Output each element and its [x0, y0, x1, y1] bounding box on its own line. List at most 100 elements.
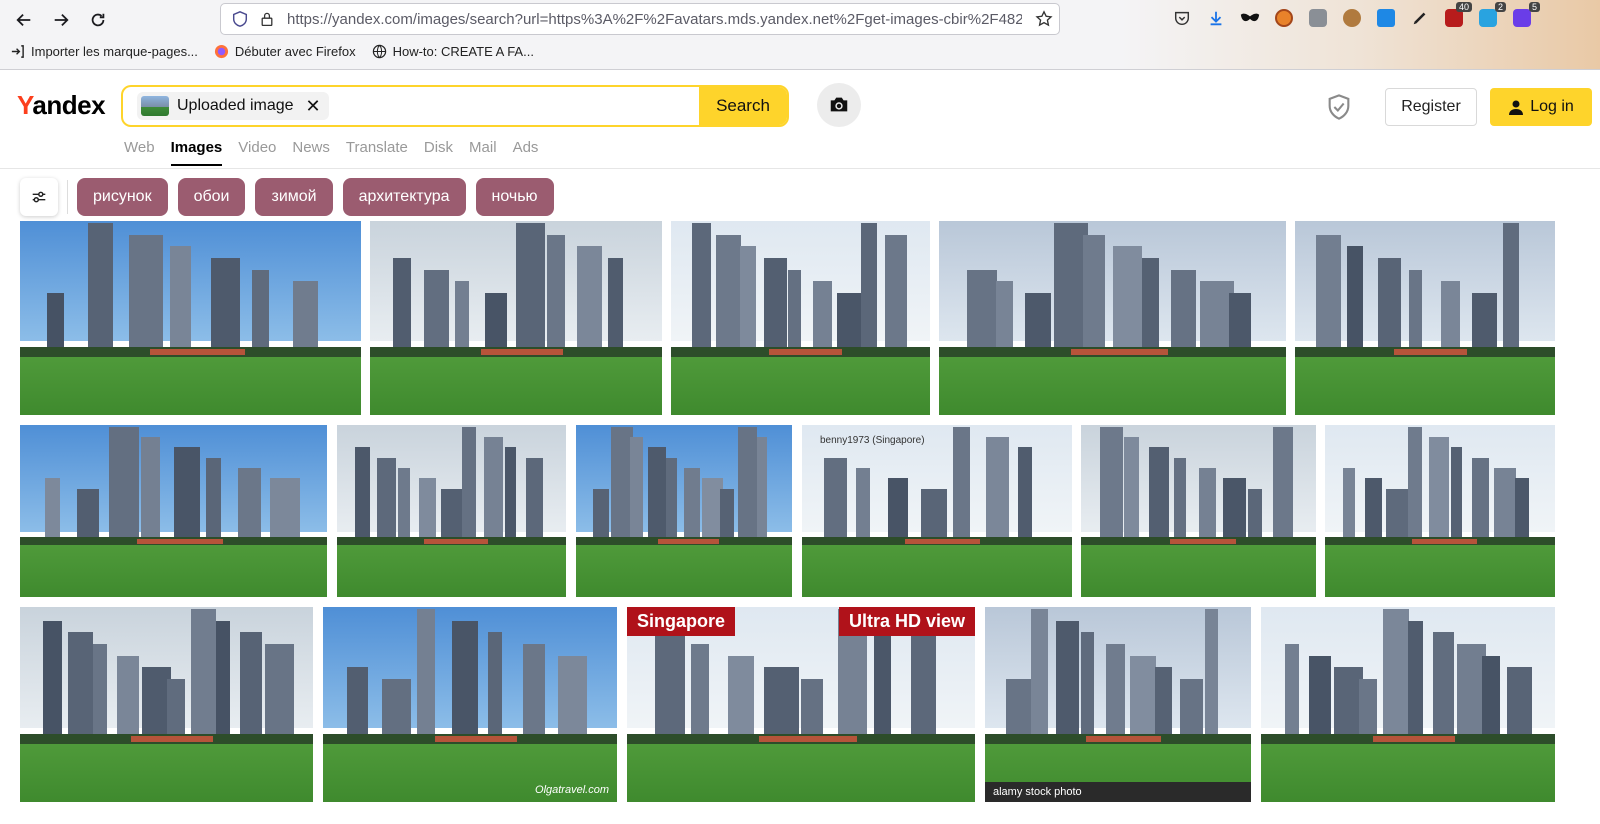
login-button[interactable]: Log in	[1490, 88, 1592, 126]
yandex-logo[interactable]: Yandex	[17, 90, 106, 121]
filter-settings-button[interactable]	[20, 178, 58, 216]
building-shape	[1284, 644, 1300, 738]
image-result[interactable]	[20, 221, 361, 415]
image-result[interactable]: benny1973 (Singapore)	[802, 425, 1072, 597]
suggestion-chip[interactable]: обои	[177, 178, 246, 216]
suggestion-chip[interactable]: зимой	[255, 178, 333, 216]
address-bar[interactable]: https://yandex.com/images/search?url=htt…	[220, 3, 1060, 35]
building-shape	[1229, 292, 1251, 351]
building-shape	[727, 655, 754, 738]
basketball-icon[interactable]	[1272, 6, 1296, 30]
image-result[interactable]	[1261, 607, 1555, 802]
building-shape	[577, 246, 603, 351]
building-shape	[856, 468, 870, 541]
tab-news[interactable]: News	[292, 139, 330, 166]
building-shape	[1343, 468, 1355, 541]
image-result[interactable]	[337, 425, 566, 597]
search-box[interactable]: Uploaded image ✕ Search	[121, 85, 789, 127]
image-result[interactable]	[20, 425, 327, 597]
bookmark-import[interactable]: Importer les marque-pages...	[10, 44, 198, 59]
mask-icon[interactable]	[1238, 6, 1262, 30]
clubhouse-roof	[658, 538, 719, 544]
building-shape	[483, 437, 504, 541]
building-shape	[823, 457, 847, 541]
download-icon[interactable]	[1204, 6, 1228, 30]
building-shape	[417, 608, 436, 738]
building-shape	[1173, 457, 1186, 541]
tab-disk[interactable]: Disk	[424, 139, 453, 166]
reload-button[interactable]	[84, 6, 112, 34]
globe-icon	[372, 44, 386, 59]
building-shape	[129, 234, 163, 351]
suggestion-chip[interactable]: рисунок	[77, 178, 168, 216]
image-grass	[20, 545, 327, 597]
ext3-icon[interactable]: 5	[1510, 2, 1540, 30]
building-shape	[665, 457, 677, 541]
building-shape	[47, 292, 65, 351]
building-shape	[117, 655, 139, 738]
image-result[interactable]	[576, 425, 792, 597]
building-shape	[1429, 437, 1450, 541]
uploaded-image-chip[interactable]: Uploaded image ✕	[137, 92, 329, 120]
sliders-icon	[32, 191, 46, 203]
filter-separator	[67, 180, 68, 214]
image-result[interactable]: alamy stock photo	[985, 607, 1251, 802]
bookmark-howto[interactable]: How-to: CREATE A FA...	[372, 44, 534, 59]
ext2-icon[interactable]: 2	[1476, 2, 1506, 30]
bookmark-star-icon[interactable]	[1035, 10, 1053, 28]
pocket-icon[interactable]	[1170, 6, 1194, 30]
ublock-icon[interactable]: 40	[1442, 2, 1472, 30]
building-shape	[109, 426, 140, 541]
image-result[interactable]	[20, 607, 313, 802]
image-result[interactable]	[1325, 425, 1555, 597]
tab-video[interactable]: Video	[238, 139, 276, 166]
image-result[interactable]	[370, 221, 662, 415]
reload-icon	[91, 13, 105, 27]
back-button[interactable]	[10, 6, 38, 34]
image-result[interactable]	[1081, 425, 1316, 597]
image-search-button[interactable]	[817, 83, 861, 127]
image-grass	[1261, 743, 1555, 802]
image-result[interactable]	[939, 221, 1286, 415]
tab-translate[interactable]: Translate	[346, 139, 408, 166]
cookie-icon[interactable]	[1340, 6, 1364, 30]
building-shape	[166, 679, 185, 738]
building-shape	[647, 447, 667, 541]
tab-web[interactable]: Web	[124, 139, 155, 166]
building-shape	[487, 632, 503, 738]
image-grass	[939, 356, 1286, 415]
image-grass	[1325, 545, 1555, 597]
image-result[interactable]	[671, 221, 930, 415]
search-button[interactable]: Search	[699, 87, 787, 125]
building-shape	[1309, 655, 1331, 738]
uploaded-image-label: Uploaded image	[177, 97, 294, 114]
tab-mail[interactable]: Mail	[469, 139, 497, 166]
suggestion-chip[interactable]: ночью	[475, 178, 554, 216]
image-result[interactable]: Olgatravel.com	[323, 607, 617, 802]
close-icon[interactable]: ✕	[306, 97, 321, 115]
building-shape	[738, 426, 757, 541]
building-shape	[504, 447, 517, 541]
tab-ads[interactable]: Ads	[513, 139, 539, 166]
pen-icon[interactable]	[1408, 6, 1432, 30]
bookmark-firefox[interactable]: Débuter avec Firefox	[214, 44, 356, 59]
puzzle-icon[interactable]	[1306, 6, 1330, 30]
uploaded-image-thumbnail	[141, 96, 169, 116]
building-shape	[1204, 608, 1219, 738]
building-shape	[1471, 292, 1498, 351]
arrow-left-icon	[16, 13, 31, 27]
tab-images[interactable]: Images	[170, 139, 223, 166]
shield-check-icon[interactable]	[1325, 93, 1353, 121]
building-shape	[715, 234, 742, 351]
register-button[interactable]: Register	[1385, 88, 1477, 126]
suggestion-chip[interactable]: архитектура	[342, 178, 466, 216]
lock-icon[interactable]	[259, 11, 275, 27]
s-extension-icon[interactable]	[1374, 6, 1398, 30]
clubhouse-roof	[769, 349, 842, 355]
image-result[interactable]	[1295, 221, 1555, 415]
forward-button[interactable]	[47, 6, 75, 34]
tracking-shield-icon[interactable]	[231, 10, 249, 28]
clubhouse-roof	[434, 735, 518, 742]
image-result[interactable]: Singapore Ultra HD view	[627, 607, 975, 802]
url-text[interactable]: https://yandex.com/images/search?url=htt…	[287, 11, 1022, 28]
